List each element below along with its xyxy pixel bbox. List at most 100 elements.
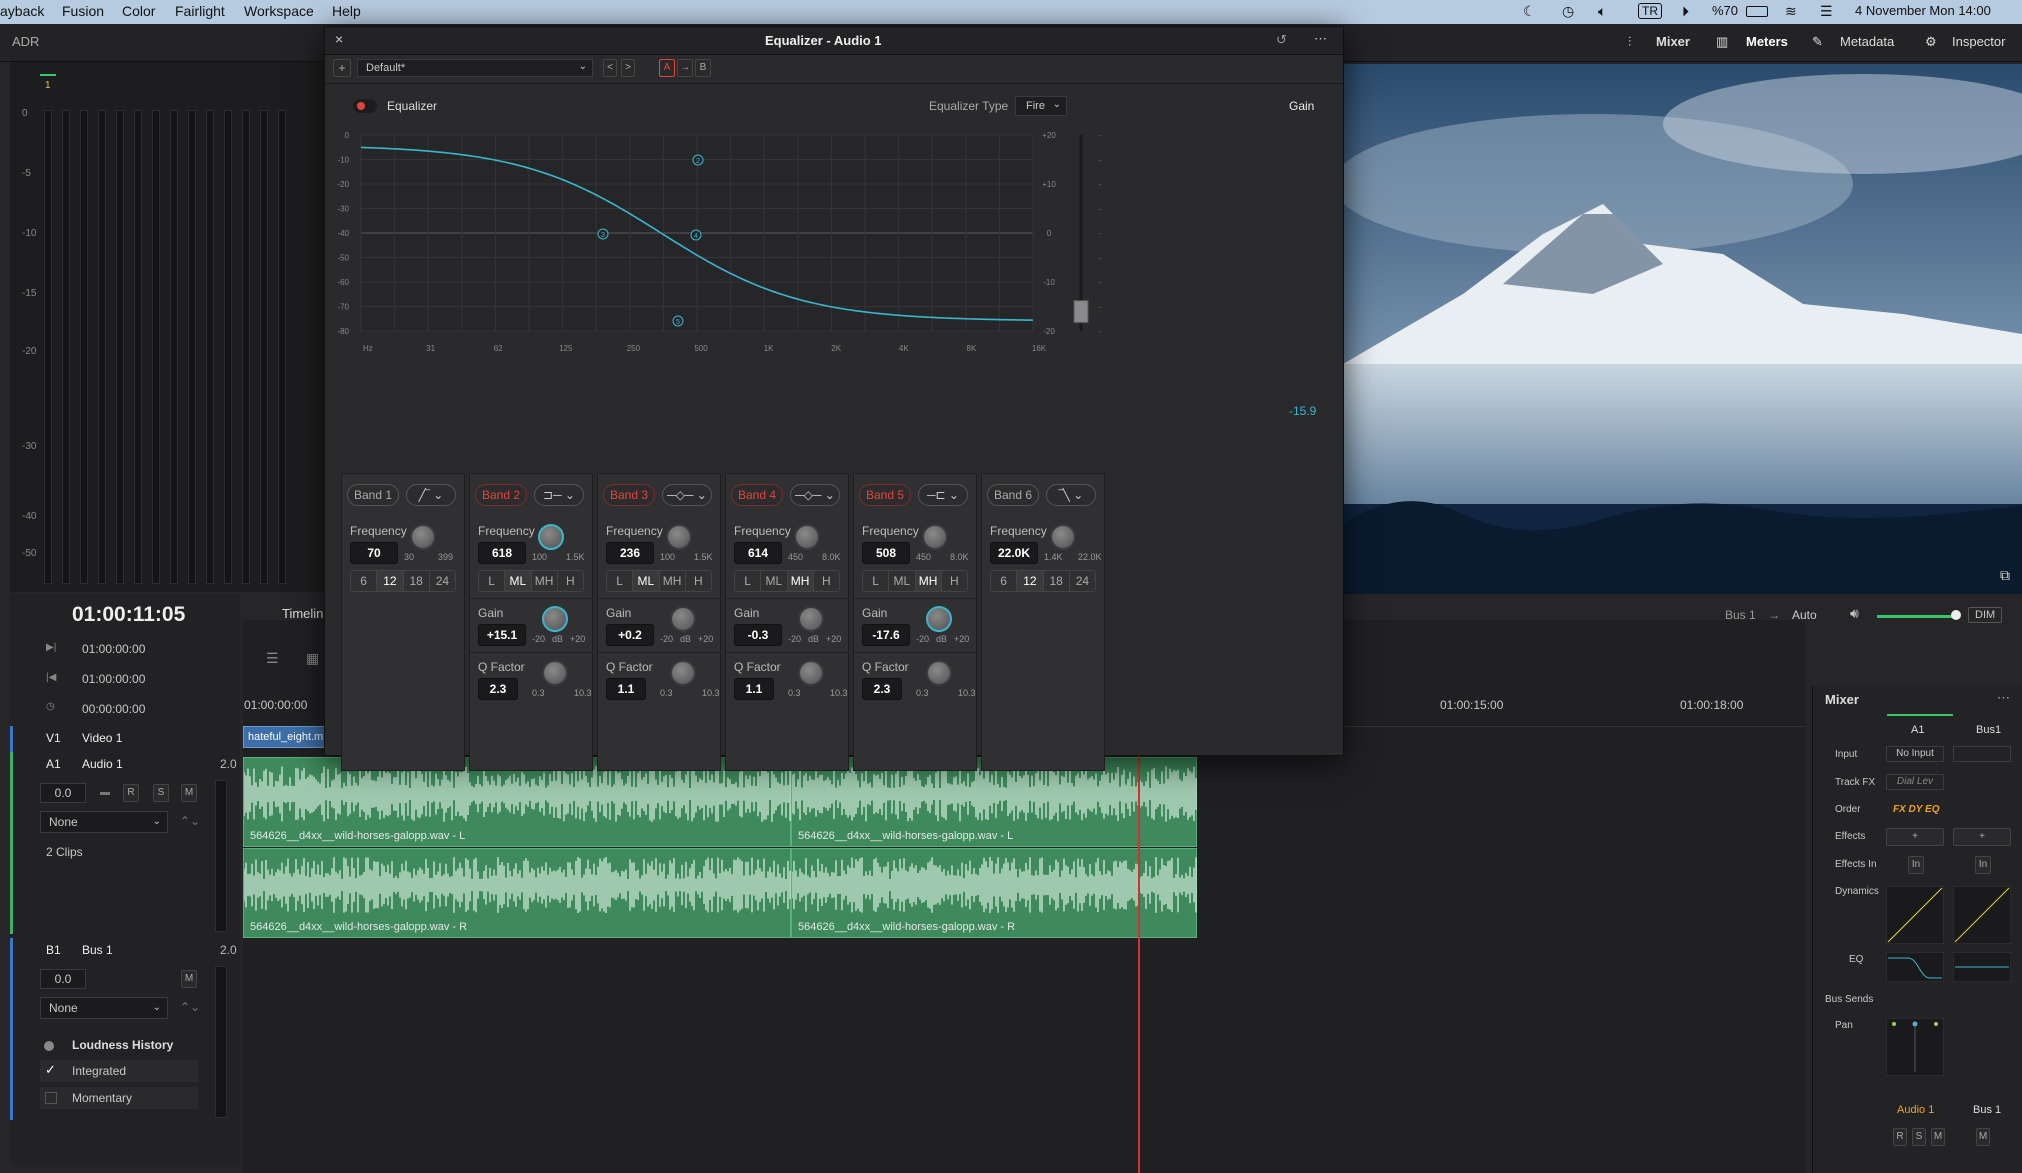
band-type-option[interactable]: MH xyxy=(660,571,686,591)
gain-knob[interactable] xyxy=(670,606,696,632)
band-filter-shape-select[interactable]: ‾╲ ⌄ xyxy=(1046,484,1096,506)
wifi-icon[interactable]: ≋ xyxy=(1785,3,1797,20)
reset-icon[interactable]: ↺ xyxy=(1276,32,1287,48)
band-5-enable-button[interactable]: Band 5 xyxy=(859,484,911,506)
automation-icon[interactable]: ⌃⌄ xyxy=(180,814,200,828)
slope-option[interactable]: 12 xyxy=(377,571,404,591)
frequency-value[interactable]: 236 xyxy=(606,542,654,564)
frequency-knob[interactable] xyxy=(538,524,564,550)
output-gain-handle[interactable] xyxy=(1073,300,1089,324)
band-type-option[interactable]: ML xyxy=(633,571,660,591)
band-type-option[interactable]: H xyxy=(686,571,711,591)
menu-workspace[interactable]: Workspace xyxy=(244,3,314,19)
band-filter-shape-select[interactable]: ⊐─ ⌄ xyxy=(534,484,584,506)
eq-enable-toggle[interactable] xyxy=(353,99,377,113)
a1-input-select[interactable]: No Input xyxy=(1886,746,1944,762)
frequency-value[interactable]: 614 xyxy=(734,542,782,564)
clock-icon[interactable]: ◷ xyxy=(1562,3,1574,20)
menu-color[interactable]: Color xyxy=(122,3,155,19)
frequency-knob[interactable] xyxy=(794,524,820,550)
gain-knob[interactable] xyxy=(542,606,568,632)
menu-fusion[interactable]: Fusion xyxy=(62,3,104,19)
close-icon[interactable]: × xyxy=(335,31,343,47)
more-icon[interactable]: ⋯ xyxy=(1997,690,2010,706)
menu-playback[interactable]: ayback xyxy=(0,3,44,19)
slope-option[interactable]: 12 xyxy=(1017,571,1044,591)
preset-select[interactable]: Default* ⌄ xyxy=(357,59,593,77)
eq-type-select[interactable]: Fire ⌄ xyxy=(1015,96,1067,116)
band-6-enable-button[interactable]: Band 6 xyxy=(987,484,1039,506)
b1-level-field[interactable]: 0.0 xyxy=(40,969,86,989)
menu-help[interactable]: Help xyxy=(332,3,361,19)
slope-selector[interactable]: 6 12 18 24 xyxy=(350,570,456,592)
band-type-option[interactable]: MH xyxy=(787,571,814,591)
band-type-option[interactable]: MH xyxy=(915,571,942,591)
gain-value[interactable]: -0.3 xyxy=(734,624,782,646)
b1-mute-button[interactable]: M xyxy=(181,970,197,988)
checkmark-icon[interactable]: ✓ xyxy=(45,1062,56,1078)
frequency-knob[interactable] xyxy=(666,524,692,550)
mixer-bus1-mute[interactable]: M xyxy=(1976,1128,1990,1146)
input-source-badge[interactable]: TR xyxy=(1638,3,1662,19)
compare-b-button[interactable]: B xyxy=(695,59,711,77)
copy-a-to-b-button[interactable]: → xyxy=(677,59,693,77)
q-factor-knob[interactable] xyxy=(542,660,568,686)
loudness-toggle[interactable] xyxy=(44,1041,54,1051)
band-2-enable-button[interactable]: Band 2 xyxy=(475,484,527,506)
frequency-knob[interactable] xyxy=(1050,524,1076,550)
audio-clip[interactable]: 564626__d4xx__wild-horses-galopp.wav - R xyxy=(243,848,791,938)
frequency-knob[interactable] xyxy=(410,524,436,550)
meters-toggle[interactable]: Meters xyxy=(1746,34,1788,49)
integrated-row[interactable]: ✓ Integrated xyxy=(40,1060,198,1082)
more-icon[interactable]: ⋯ xyxy=(1314,31,1327,47)
automation-icon[interactable]: ⌃⌄ xyxy=(180,1000,200,1014)
slope-option[interactable]: 18 xyxy=(404,571,430,591)
lock-icon[interactable]: ▬ xyxy=(100,787,110,798)
frequency-value[interactable]: 70 xyxy=(350,542,398,564)
band-type-option[interactable]: L xyxy=(479,571,506,591)
meters-icon[interactable]: ▥ xyxy=(1716,34,1728,50)
gain-value[interactable]: +0.2 xyxy=(606,624,654,646)
frequency-value[interactable]: 618 xyxy=(478,542,526,564)
bus1-add-effect-button[interactable]: + xyxy=(1953,828,2011,846)
slope-option[interactable]: 6 xyxy=(351,571,378,591)
band-filter-shape-select[interactable]: ╱‾ ⌄ xyxy=(406,484,456,506)
band-type-selector[interactable]: L ML MH H xyxy=(606,570,712,592)
band-type-selector[interactable]: L ML MH H xyxy=(478,570,584,592)
prev-preset-icon[interactable]: < xyxy=(603,59,617,77)
band-3-enable-button[interactable]: Band 3 xyxy=(603,484,655,506)
b1-input-select[interactable]: None ⌄ xyxy=(40,997,168,1019)
band-type-option[interactable]: ML xyxy=(889,571,916,591)
inspector-toggle[interactable]: Inspector xyxy=(1952,34,2005,49)
q-factor-value[interactable]: 2.3 xyxy=(862,678,902,700)
a1-record-button[interactable]: R xyxy=(123,784,139,802)
q-factor-knob[interactable] xyxy=(926,660,952,686)
frequency-value[interactable]: 508 xyxy=(862,542,910,564)
timecode-display[interactable]: 01:00:11:05 xyxy=(72,603,185,627)
a1-eq-graph[interactable] xyxy=(1886,952,1944,982)
bus1-effects-in-button[interactable]: In xyxy=(1975,856,1991,874)
audio-clip[interactable]: 564626__d4xx__wild-horses-galopp.wav - R xyxy=(791,848,1197,938)
metadata-icon[interactable]: ✎ xyxy=(1812,34,1823,50)
a1-add-effect-button[interactable]: + xyxy=(1886,828,1944,846)
frequency-knob[interactable] xyxy=(922,524,948,550)
eq-frequency-graph[interactable]: 0-10-20-30-40-50-60-70-80Hz 31 62 125 250 500… xyxy=(331,123,1341,447)
slope-option[interactable]: 24 xyxy=(1070,571,1095,591)
band-type-option[interactable]: L xyxy=(607,571,634,591)
q-factor-knob[interactable] xyxy=(670,660,696,686)
inspector-icon[interactable]: ⚙ xyxy=(1925,34,1937,50)
mixer-a1-solo[interactable]: S xyxy=(1912,1128,1926,1146)
battery-icon[interactable] xyxy=(1746,6,1768,17)
track-options-icon[interactable]: ☰ xyxy=(266,650,279,667)
a1-mute-button[interactable]: M xyxy=(181,784,197,802)
add-preset-button[interactable]: + xyxy=(333,59,351,77)
mark-in-icon[interactable]: ▶| xyxy=(46,642,56,653)
band-filter-shape-select[interactable]: ─⊏ ⌄ xyxy=(918,484,968,506)
volume-slider-handle[interactable] xyxy=(1951,610,1961,620)
gain-knob[interactable] xyxy=(926,606,952,632)
viewer-mode-icon[interactable]: ⧉ xyxy=(2000,567,2010,584)
momentary-row[interactable]: Momentary xyxy=(40,1087,198,1109)
speaker-icon[interactable]: 🔊︎ xyxy=(1850,605,1859,622)
gain-knob[interactable] xyxy=(798,606,824,632)
b1-track-name[interactable]: Bus 1 xyxy=(82,943,113,957)
